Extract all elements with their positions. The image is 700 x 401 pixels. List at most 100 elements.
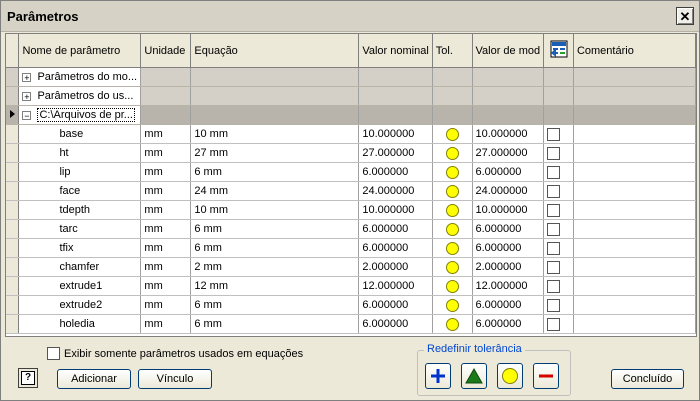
row-selector[interactable] <box>6 276 20 296</box>
median-tolerance-button[interactable] <box>461 363 487 389</box>
parameter-row[interactable]: lip mm 6 mm 6.000000 6.000000 <box>6 162 696 182</box>
row-selector[interactable] <box>6 143 20 163</box>
export-checkbox[interactable] <box>547 241 561 255</box>
upper-tolerance-button[interactable] <box>425 363 451 389</box>
param-comment[interactable] <box>573 314 696 334</box>
export-checkbox[interactable] <box>547 146 561 160</box>
tolerance-nominal-icon[interactable] <box>445 279 459 293</box>
export-checkbox[interactable] <box>547 298 561 312</box>
row-selector[interactable] <box>6 295 20 315</box>
param-export[interactable] <box>543 295 574 315</box>
param-export[interactable] <box>543 162 574 182</box>
param-export[interactable] <box>543 219 574 239</box>
show-only-used-checkbox[interactable] <box>47 347 60 360</box>
param-equation[interactable]: 10 mm <box>190 200 360 220</box>
nominal-tolerance-button[interactable] <box>497 363 523 389</box>
tolerance-nominal-icon[interactable] <box>445 241 459 255</box>
show-only-used-row[interactable]: Exibir somente parâmetros usados em equa… <box>47 347 303 360</box>
param-unit[interactable]: mm <box>140 314 192 334</box>
parameter-row[interactable]: tdepth mm 10 mm 10.000000 10.000000 <box>6 200 696 220</box>
parameter-row[interactable]: base mm 10 mm 10.000000 10.000000 <box>6 124 696 144</box>
export-checkbox[interactable] <box>547 184 561 198</box>
param-tolerance[interactable] <box>432 124 473 144</box>
group-name-cell[interactable]: − C:\Arquivos de pr... <box>18 105 142 125</box>
group-row[interactable]: + Parâmetros do mo... <box>6 67 696 87</box>
tolerance-nominal-icon[interactable] <box>445 222 459 236</box>
col-header-nominal[interactable]: Valor nominal <box>358 34 433 68</box>
tolerance-nominal-icon[interactable] <box>445 203 459 217</box>
row-selector[interactable] <box>6 200 20 220</box>
param-equation[interactable]: 6 mm <box>190 314 360 334</box>
param-comment[interactable] <box>573 162 696 182</box>
col-header-unit[interactable]: Unidade <box>140 34 192 68</box>
param-unit[interactable]: mm <box>140 124 192 144</box>
tolerance-nominal-icon[interactable] <box>445 260 459 274</box>
lower-tolerance-button[interactable] <box>533 363 559 389</box>
col-header-model-value[interactable]: Valor de mod <box>472 34 545 68</box>
param-name[interactable]: tarc <box>18 219 142 239</box>
parameters-grid[interactable]: Nome de parâmetro Unidade Equação Valor … <box>5 33 697 337</box>
row-selector[interactable] <box>6 181 20 201</box>
param-tolerance[interactable] <box>432 238 473 258</box>
col-header-equation[interactable]: Equação <box>190 34 360 68</box>
param-comment[interactable] <box>573 295 696 315</box>
param-export[interactable] <box>543 257 574 277</box>
param-name[interactable]: chamfer <box>18 257 142 277</box>
param-name[interactable]: tdepth <box>18 200 142 220</box>
param-name[interactable]: holedia <box>18 314 142 334</box>
tolerance-nominal-icon[interactable] <box>445 184 459 198</box>
parameter-row[interactable]: tfix mm 6 mm 6.000000 6.000000 <box>6 238 696 258</box>
row-selector[interactable] <box>6 105 20 125</box>
group-name-cell[interactable]: + Parâmetros do mo... <box>18 67 142 87</box>
tolerance-nominal-icon[interactable] <box>445 127 459 141</box>
param-tolerance[interactable] <box>432 181 473 201</box>
param-tolerance[interactable] <box>432 276 473 296</box>
param-name[interactable]: extrude1 <box>18 276 142 296</box>
param-export[interactable] <box>543 181 574 201</box>
parameter-row[interactable]: tarc mm 6 mm 6.000000 6.000000 <box>6 219 696 239</box>
row-selector[interactable] <box>6 124 20 144</box>
param-unit[interactable]: mm <box>140 295 192 315</box>
row-selector[interactable] <box>6 162 20 182</box>
param-unit[interactable]: mm <box>140 276 192 296</box>
param-name[interactable]: ht <box>18 143 142 163</box>
param-tolerance[interactable] <box>432 219 473 239</box>
param-tolerance[interactable] <box>432 143 473 163</box>
param-export[interactable] <box>543 276 574 296</box>
param-unit[interactable]: mm <box>140 257 192 277</box>
param-comment[interactable] <box>573 200 696 220</box>
tolerance-nominal-icon[interactable] <box>445 298 459 312</box>
param-export[interactable] <box>543 314 574 334</box>
help-button[interactable]: ? <box>18 368 38 388</box>
param-tolerance[interactable] <box>432 162 473 182</box>
param-comment[interactable] <box>573 238 696 258</box>
param-comment[interactable] <box>573 124 696 144</box>
col-header-comment[interactable]: Comentário <box>573 34 696 68</box>
group-row[interactable]: + Parâmetros do us... <box>6 86 696 106</box>
parameter-row[interactable]: extrude2 mm 6 mm 6.000000 6.000000 <box>6 295 696 315</box>
expand-icon[interactable]: + <box>22 72 32 82</box>
export-checkbox[interactable] <box>547 260 561 274</box>
param-unit[interactable]: mm <box>140 162 192 182</box>
parameter-row[interactable]: chamfer mm 2 mm 2.000000 2.000000 <box>6 257 696 277</box>
param-export[interactable] <box>543 200 574 220</box>
export-checkbox[interactable] <box>547 317 561 331</box>
done-button[interactable]: Concluído <box>611 369 684 389</box>
expand-icon[interactable]: + <box>22 91 32 101</box>
param-name[interactable]: face <box>18 181 142 201</box>
row-selector[interactable] <box>6 86 20 106</box>
row-selector[interactable] <box>6 67 20 87</box>
export-checkbox[interactable] <box>547 203 561 217</box>
param-unit[interactable]: mm <box>140 181 192 201</box>
row-selector[interactable] <box>6 257 20 277</box>
row-selector[interactable] <box>6 314 20 334</box>
param-equation[interactable]: 6 mm <box>190 219 360 239</box>
param-equation[interactable]: 2 mm <box>190 257 360 277</box>
param-name[interactable]: base <box>18 124 142 144</box>
param-equation[interactable]: 6 mm <box>190 162 360 182</box>
param-comment[interactable] <box>573 181 696 201</box>
col-header-export[interactable] <box>543 34 574 68</box>
close-button[interactable]: ✕ <box>676 7 694 25</box>
param-unit[interactable]: mm <box>140 200 192 220</box>
parameter-row[interactable]: ht mm 27 mm 27.000000 27.000000 <box>6 143 696 163</box>
